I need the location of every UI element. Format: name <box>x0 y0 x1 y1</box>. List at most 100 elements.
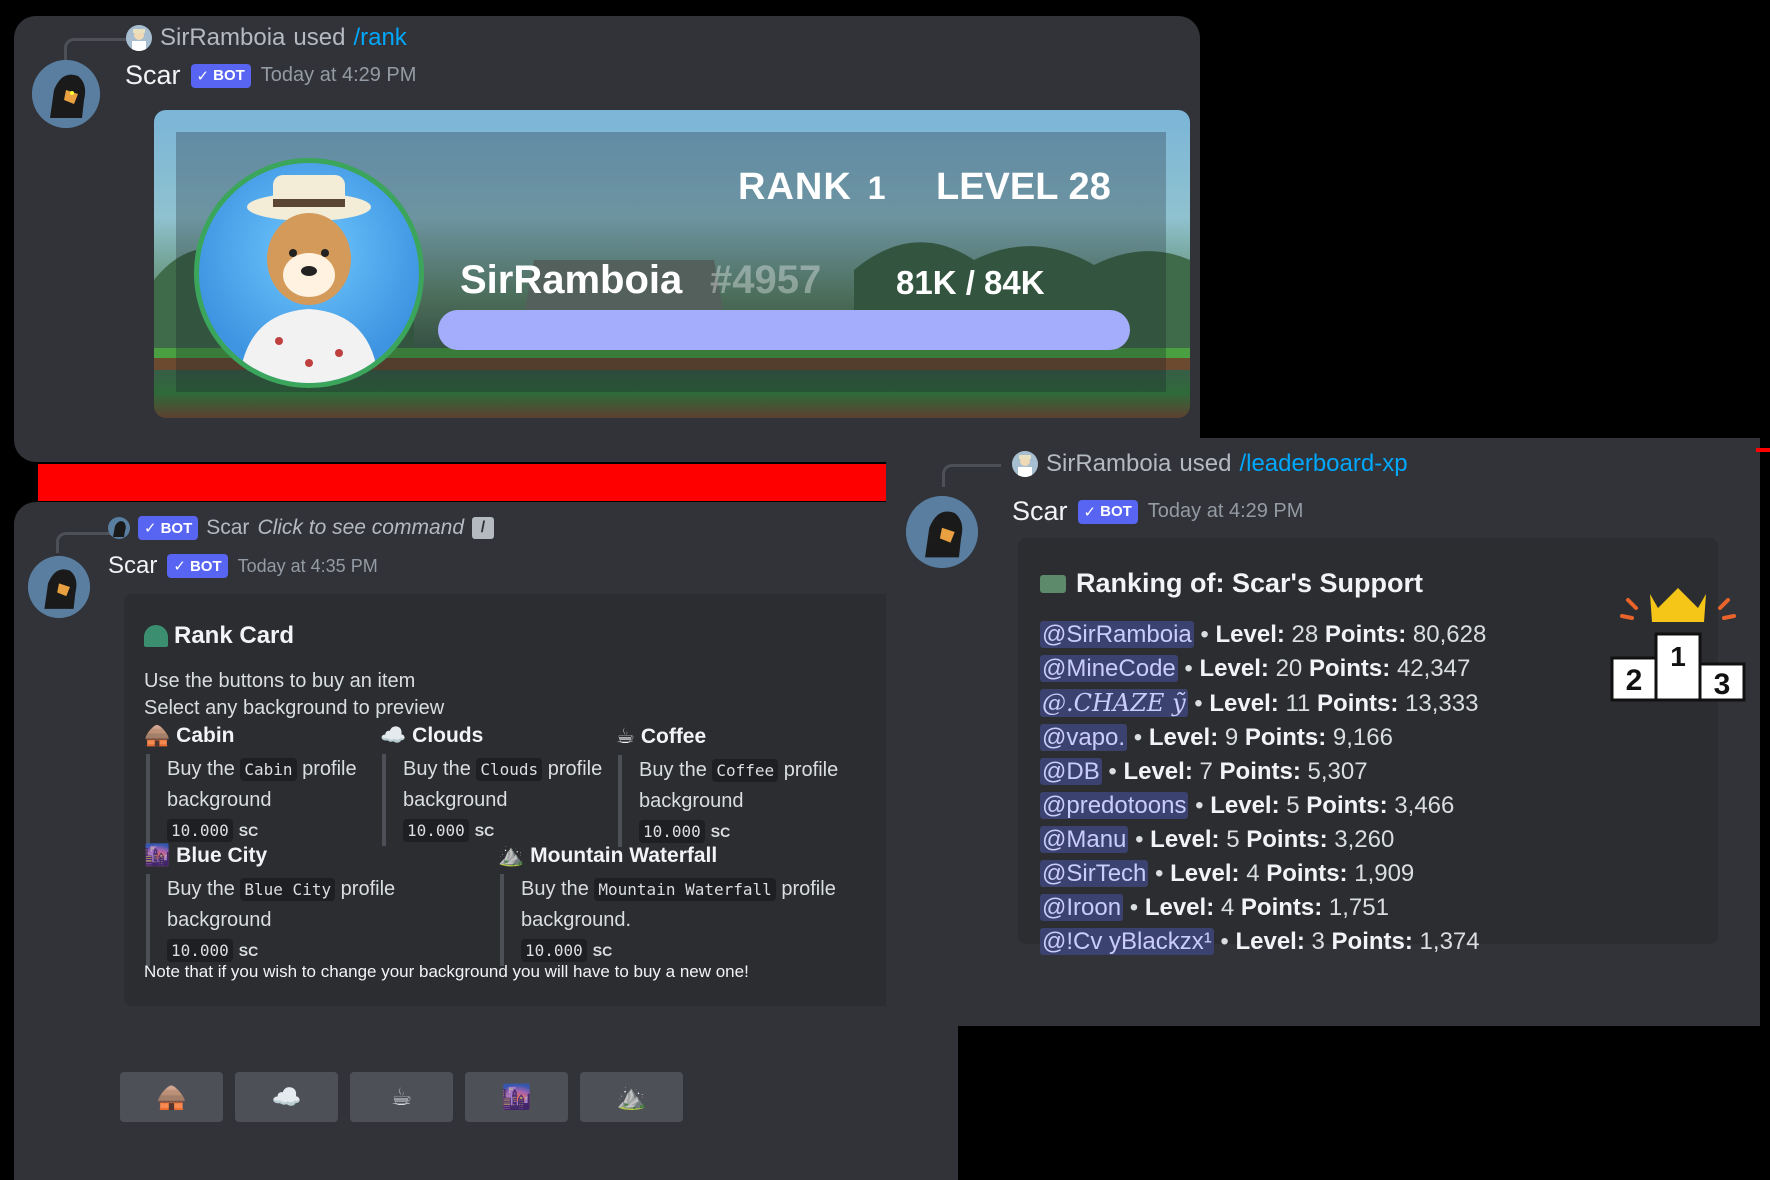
rank-card-image[interactable]: RANK 1 LEVEL 28 SirRamboia #4957 81K / 84K <box>154 110 1190 418</box>
rank-label: RANK 1 <box>738 166 887 208</box>
reply-used-text: used <box>1179 450 1232 477</box>
leaderboard-row: @SirRamboia • Level: 28 Points: 80,628 <box>1040 621 1487 648</box>
red-divider <box>38 464 886 501</box>
field-clouds: ☁️ Clouds Buy the Clouds profile backgrou… <box>380 724 602 846</box>
buy-coffee-button[interactable]: ☕ <box>350 1072 453 1122</box>
message-header: Scar ✓ BOT Today at 4:35 PM <box>108 552 378 580</box>
currency-icon: SC <box>238 823 259 839</box>
leaderboard-row: @.CHAZE ỹ • Level: 11 Points: 13,333 <box>1040 689 1479 717</box>
coffee-icon: ☕ <box>390 1083 413 1111</box>
embed-title: Ranking of: Scar's Support <box>1040 568 1423 599</box>
reply-command[interactable]: /leaderboard-xp <box>1239 450 1407 478</box>
reply-context[interactable]: SirRamboia used /leaderboard-xp <box>1012 450 1408 478</box>
cloud-icon: ☁️ <box>380 724 407 747</box>
city-icon: 🌆 <box>501 1083 532 1111</box>
bot-username[interactable]: Scar <box>108 552 157 580</box>
level-label: LEVEL 28 <box>936 166 1111 208</box>
user-mention[interactable]: @predotoons <box>1040 792 1189 819</box>
podium-first: 1 <box>1670 641 1686 672</box>
bot-avatar[interactable] <box>28 556 90 618</box>
currency-icon: SC <box>710 824 731 840</box>
currency-icon: SC <box>238 943 259 959</box>
check-icon: ✓ <box>173 558 186 575</box>
message-header: Scar ✓ BOT Today at 4:29 PM <box>1012 496 1303 527</box>
user-mention[interactable]: @DB <box>1040 758 1102 785</box>
leaderboard-row: @Iroon • Level: 4 Points: 1,751 <box>1040 894 1389 921</box>
timestamp: Today at 4:35 PM <box>237 555 378 576</box>
bot-avatar[interactable] <box>906 496 978 568</box>
leaderboard-embed: Ranking of: Scar's Support @SirRamboia •… <box>1018 538 1746 955</box>
bot-badge: ✓ BOT <box>167 554 228 578</box>
shop-icon <box>144 625 168 647</box>
city-icon: 🌆 <box>144 844 171 867</box>
user-mention[interactable]: @Iroon <box>1040 894 1124 921</box>
bot-avatar[interactable] <box>32 60 100 128</box>
embed-title: Rank Card <box>144 622 294 650</box>
reply-username[interactable]: SirRamboia <box>1046 450 1171 478</box>
buy-clouds-button[interactable]: ☁️ <box>235 1072 338 1122</box>
field-cabin: 🛖 Cabin Buy the Cabin profile background … <box>144 724 357 846</box>
user-mention[interactable]: @SirTech <box>1040 860 1149 887</box>
timestamp: Today at 4:29 PM <box>1147 500 1304 522</box>
leaderboard-row: @DB • Level: 7 Points: 5,307 <box>1040 758 1368 785</box>
user-mini-avatar[interactable] <box>126 25 152 51</box>
reply-username[interactable]: SirRamboia <box>160 24 285 52</box>
user-mention[interactable]: @Manu <box>1040 826 1129 853</box>
click-to-see-command[interactable]: Click to see command <box>257 516 464 540</box>
field-mountain-waterfall: ⛰️ Mountain Waterfall Buy the Mountain Wa… <box>498 844 836 966</box>
leaderboard-list: @SirRamboia • Level: 28 Points: 80,628 @… <box>1040 618 1486 959</box>
user-mini-avatar[interactable] <box>1012 451 1038 477</box>
buy-mountain-waterfall-button[interactable]: ⛰️ <box>580 1072 683 1122</box>
rank-message-panel: SirRamboia used /rank Scar ✓ BOT Today at… <box>14 16 1200 462</box>
user-mention[interactable]: @MineCode <box>1040 655 1178 682</box>
check-icon: ✓ <box>144 520 157 537</box>
mountain-icon: ⛰️ <box>498 844 525 867</box>
bot-username[interactable]: Scar <box>1012 496 1068 527</box>
user-mention[interactable]: @vapo. <box>1040 724 1128 751</box>
reply-connector <box>56 532 113 553</box>
timestamp: Today at 4:29 PM <box>260 64 417 86</box>
check-icon: ✓ <box>1083 503 1097 521</box>
podium-icon: 1 2 3 <box>1610 588 1746 702</box>
cabin-icon: 🛖 <box>144 724 171 747</box>
xp-text: 81K / 84K <box>896 264 1045 301</box>
reply-bot-name[interactable]: Scar <box>206 516 249 540</box>
bot-username[interactable]: Scar <box>125 60 181 91</box>
bot-badge: ✓ BOT <box>138 516 199 540</box>
bot-mini-avatar[interactable] <box>108 517 130 539</box>
card-discriminator: #4957 <box>710 258 822 302</box>
shop-buttons: 🛖 ☁️ ☕ 🌆 ⛰️ <box>120 1072 683 1122</box>
reply-connector <box>64 38 127 61</box>
mountain-icon: ⛰️ <box>616 1083 647 1111</box>
embed-description: Use the buttons to buy an item Select an… <box>144 670 445 719</box>
user-profile-avatar <box>194 158 424 388</box>
reply-connector <box>942 464 1001 487</box>
rank-value: 1 <box>867 170 887 206</box>
buy-blue-city-button[interactable]: 🌆 <box>465 1072 568 1122</box>
podium-second: 2 <box>1626 664 1643 697</box>
user-mention[interactable]: @!Cv yBlackzx¹ <box>1040 928 1214 955</box>
message-header: Scar ✓ BOT Today at 4:29 PM <box>125 60 416 91</box>
bot-badge: ✓ BOT <box>1077 499 1138 524</box>
user-mention[interactable]: @.CHAZE ỹ <box>1040 689 1188 717</box>
embed-footer-note: Note that if you wish to change your bac… <box>144 962 749 981</box>
slash-command-icon: / <box>472 517 495 539</box>
leaderboard-row: @!Cv yBlackzx¹ • Level: 3 Points: 1,374 <box>1040 928 1480 955</box>
buy-cabin-button[interactable]: 🛖 <box>120 1072 223 1122</box>
cloud-icon: ☁️ <box>271 1083 302 1111</box>
leaderboard-row: @vapo. • Level: 9 Points: 9,166 <box>1040 724 1393 751</box>
check-icon: ✓ <box>196 67 210 85</box>
user-mention[interactable]: @SirRamboia <box>1040 621 1194 648</box>
card-username: SirRamboia <box>460 258 683 302</box>
podium-third: 3 <box>1714 668 1731 701</box>
reply-command[interactable]: /rank <box>353 24 406 52</box>
field-coffee: ☕ Coffee Buy the Coffee profile backgroun… <box>616 724 838 847</box>
cabin-icon: 🛖 <box>156 1083 187 1111</box>
reply-context[interactable]: SirRamboia used /rank <box>126 24 407 52</box>
currency-icon: SC <box>474 823 495 839</box>
reply-context[interactable]: ✓ BOT Scar Click to see command / <box>108 516 495 540</box>
leaderboard-message-panel: SirRamboia used /leaderboard-xp Scar ✓ BO… <box>886 438 1760 1026</box>
level-value: 28 <box>1068 166 1111 208</box>
leaderboard-row: @predotoons • Level: 5 Points: 3,466 <box>1040 792 1455 819</box>
field-blue-city: 🌆 Blue City Buy the Blue City profile bac… <box>144 844 395 966</box>
